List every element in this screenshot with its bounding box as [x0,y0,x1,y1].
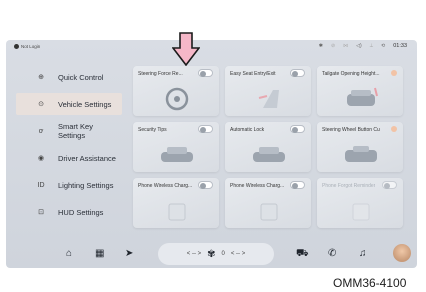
phone-charging-toggle-1[interactable] [198,181,213,189]
sidebar-item-quick-control[interactable]: ⊕ Quick Control [16,66,122,88]
card-label: Steering Wheel Button Cu... [322,127,380,133]
status-icons: ✱ ⊘ ⋈ ◁) ⟂ ⟲ 01:33 [319,43,407,49]
sidebar-item-hud-settings[interactable]: ⊡ HUD Settings [16,201,122,223]
sidebar-item-label: Quick Control [58,72,104,82]
card-security-tips[interactable]: Security Tips [133,122,219,172]
tailgate-indicator [391,70,397,76]
fan-icon[interactable]: ✾ [207,249,215,260]
figure-code: OMM36-4100 [333,276,407,290]
phone-reminder-icon [352,203,370,221]
card-label: Tailgate Opening Height... [322,71,380,77]
phone-charging-icon [168,203,186,221]
volume-icon: ◁) [356,43,362,49]
bottom-dock: ⌂ ▦ ➤ < -- > ✾ 0 < -- > ⛟ ✆ ♫ [6,240,417,268]
user-icon [14,44,19,49]
callout-arrow-icon [172,32,200,66]
card-steering-wheel-button[interactable]: Steering Wheel Button Cu... [317,122,403,172]
status-bar: Not Login ✱ ⊘ ⋈ ◁) ⟂ ⟲ 01:33 [6,40,417,54]
media-icon: ⋈ [343,43,349,49]
card-steering-force[interactable]: Steering Force Re... [133,66,219,116]
phone-icon[interactable]: ✆ [328,248,336,259]
key-icon: ơ [38,127,44,135]
seat-icon [258,90,279,108]
right-temp-control[interactable]: < -- > [231,251,245,257]
apps-grid-icon[interactable]: ▦ [95,248,104,259]
card-label: Automatic Lock [230,127,265,133]
hud-icon: ⊡ [38,209,44,216]
quick-control-icon: ⊕ [38,74,44,81]
sidebar-item-label: Driver Assistance [58,153,116,163]
card-phone-wireless-charging-1[interactable]: Phone Wireless Charg... [133,178,219,228]
assistant-avatar[interactable] [393,244,411,262]
card-phone-forgot-reminder[interactable]: Phone Forgot Reminder [317,178,403,228]
card-label: Security Tips [138,127,167,133]
car-lock-icon [253,147,285,162]
infotainment-screen: Not Login ✱ ⊘ ⋈ ◁) ⟂ ⟲ 01:33 ⊕ Quick Con… [6,40,417,268]
sidebar-item-label: Smart Key Settings [57,122,93,140]
phone-charging-icon [260,203,278,221]
security-tips-toggle[interactable] [198,125,213,133]
sidebar-item-smart-key-settings[interactable]: ơ Smart Key Settings [16,120,122,142]
signal-icon: ⊘ [330,43,336,49]
sidebar-item-label: Lighting Settings [58,180,114,190]
card-automatic-lock[interactable]: Automatic Lock [225,122,311,172]
card-label: Phone Wireless Charg... [230,183,285,189]
sidebar-item-vehicle-settings[interactable]: ⊙ Vehicle Settings [16,93,122,115]
sidebar-item-label: HUD Settings [58,207,104,217]
card-label: Easy Seat Entry/Exit [230,71,276,77]
mute-icon: ⟂ [369,43,374,49]
user-label: Not Login [21,44,41,49]
card-easy-seat-entry[interactable]: Easy Seat Entry/Exit [225,66,311,116]
sidebar-item-label: Vehicle Settings [58,99,112,109]
card-label: Phone Wireless Charg... [138,183,193,189]
clock: 01:33 [393,43,407,49]
navigation-icon[interactable]: ➤ [125,248,133,259]
phone-charging-toggle-2[interactable] [290,181,305,189]
home-icon[interactable]: ⌂ [66,248,72,259]
user-status[interactable]: Not Login [14,44,40,49]
steering-force-toggle[interactable] [198,69,213,77]
lighting-icon: ID [37,181,45,189]
card-phone-wireless-charging-2[interactable]: Phone Wireless Charg... [225,178,311,228]
car-rear-icon [347,87,378,106]
car-icon[interactable]: ⛟ [296,248,309,261]
bluetooth-icon: ✱ [318,43,323,49]
car-icon [161,147,193,162]
steering-wheel-icon [165,87,189,111]
vehicle-settings-icon: ⊙ [38,101,44,108]
dashboard-icon [345,146,377,162]
phone-forgot-toggle[interactable] [382,181,397,189]
steering-button-indicator [391,126,397,132]
fan-level: 0 [221,251,225,257]
music-icon[interactable]: ♫ [359,248,367,259]
climate-control: < -- > ✾ 0 < -- > [158,243,274,265]
card-label: Steering Force Re... [138,71,183,77]
card-label: Phone Forgot Reminder [322,183,376,189]
settings-sidebar: ⊕ Quick Control ⊙ Vehicle Settings ơ Sma… [6,62,124,232]
left-temp-control[interactable]: < -- > [187,251,201,257]
card-tailgate-height[interactable]: Tailgate Opening Height... [317,66,403,116]
sidebar-item-lighting-settings[interactable]: ID Lighting Settings [16,174,122,196]
automatic-lock-toggle[interactable] [290,125,305,133]
easy-seat-toggle[interactable] [290,69,305,77]
sync-icon: ⟲ [381,43,386,49]
driver-assist-icon: ◉ [37,155,45,162]
sidebar-item-driver-assistance[interactable]: ◉ Driver Assistance [16,147,122,169]
